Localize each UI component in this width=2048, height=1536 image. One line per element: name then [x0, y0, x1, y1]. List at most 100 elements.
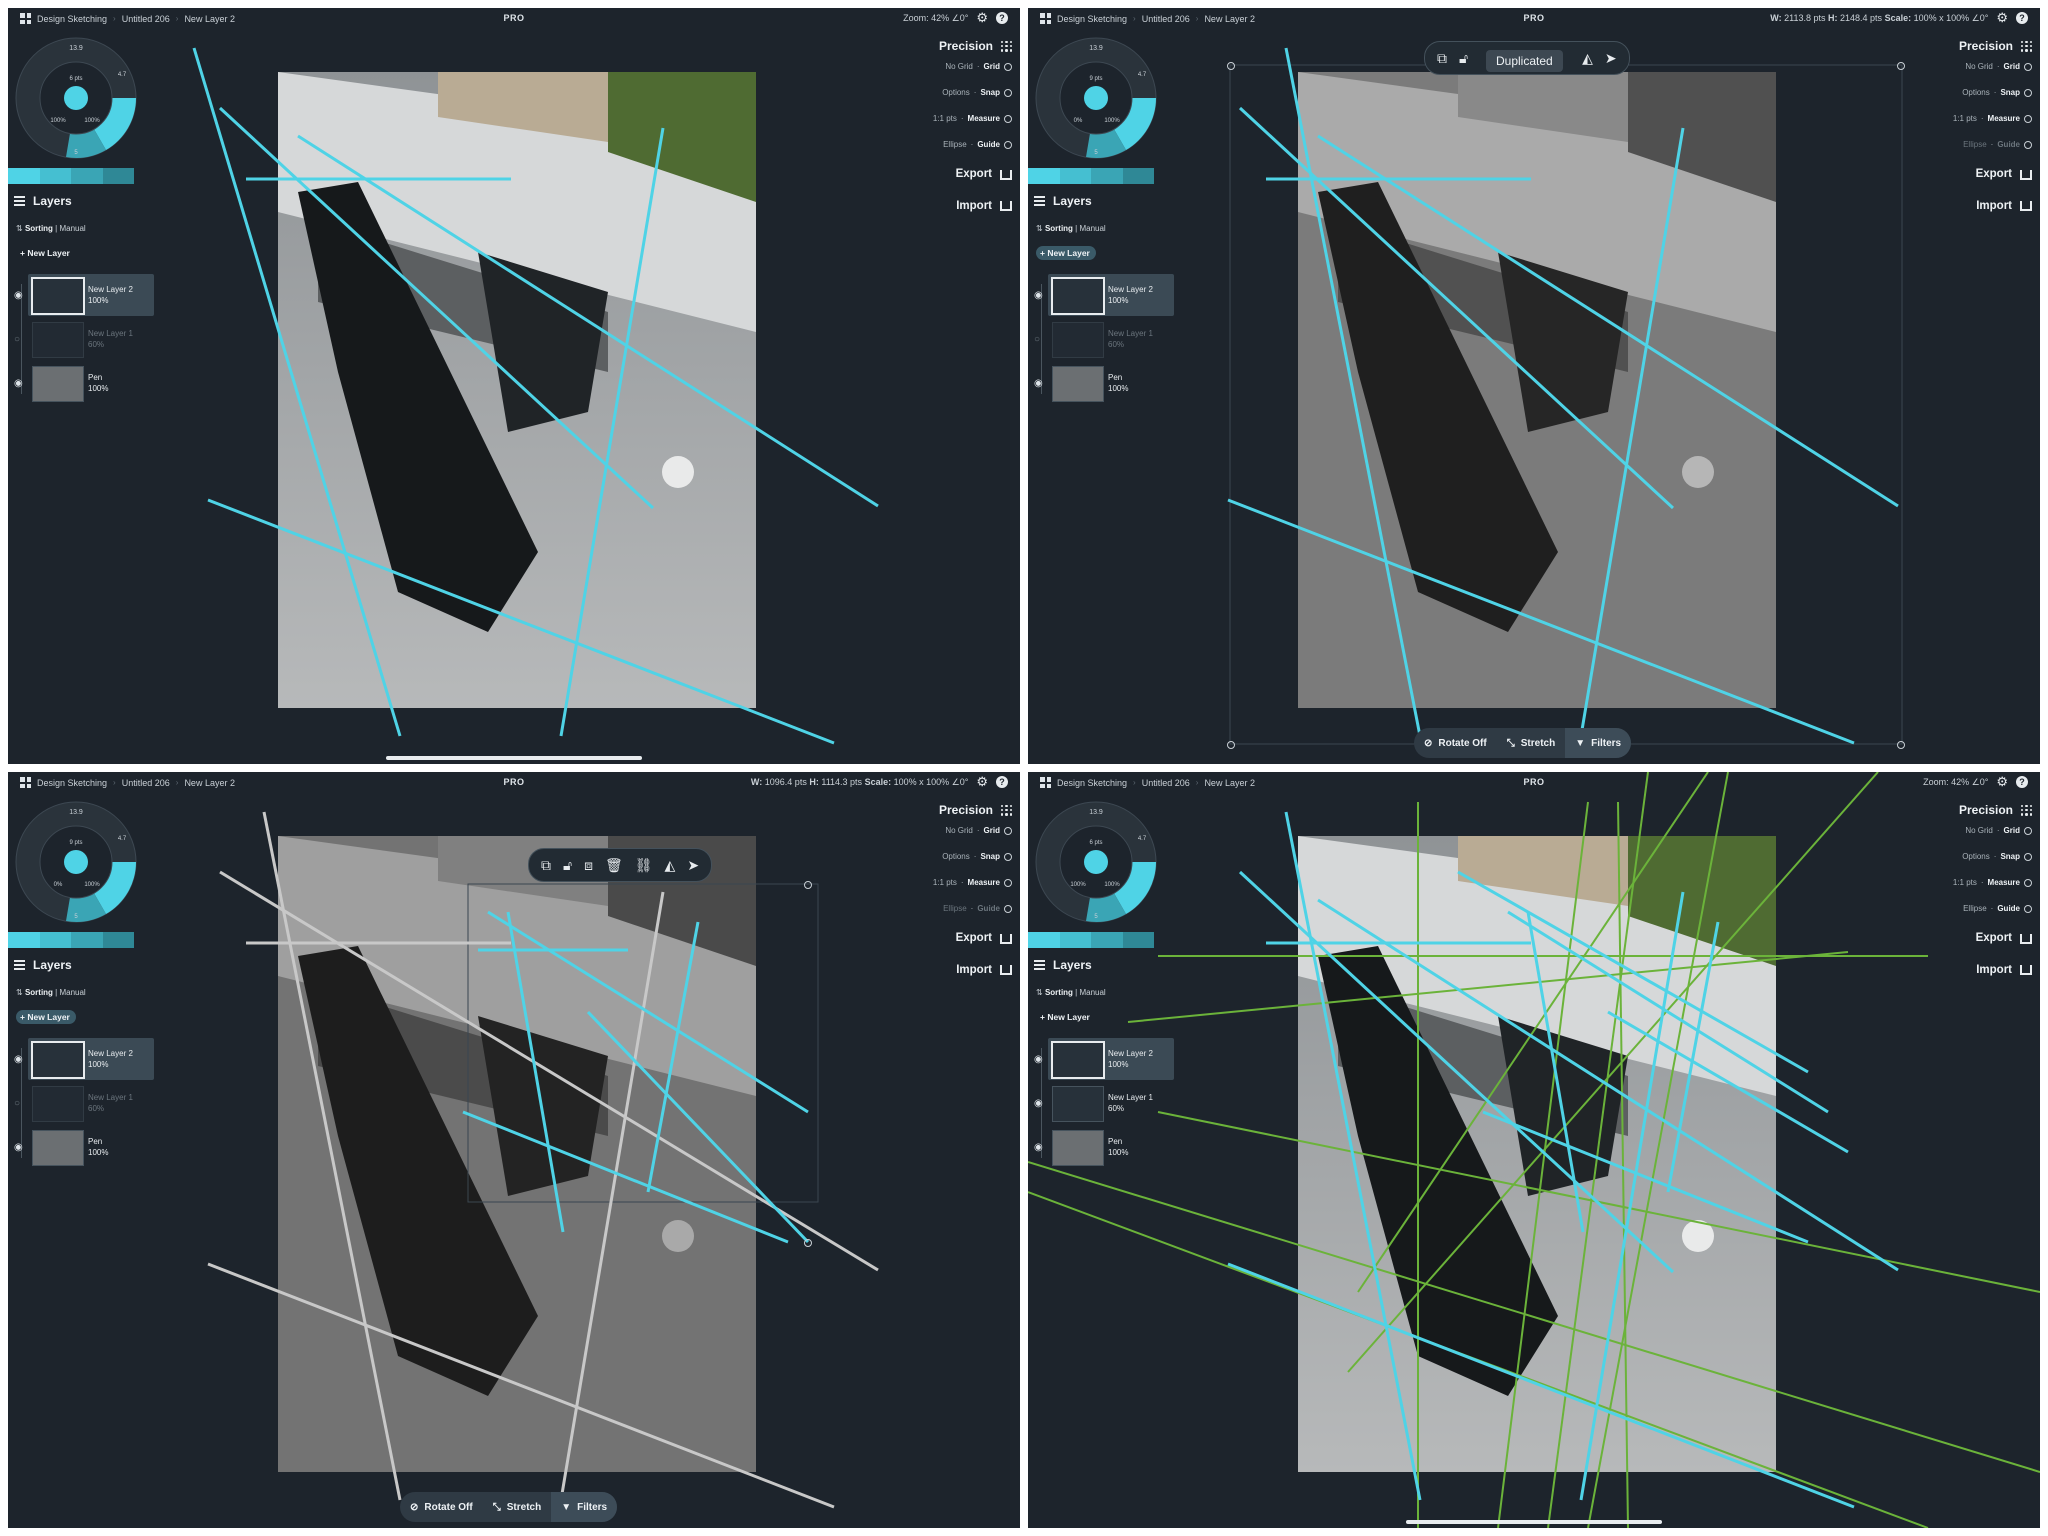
layers-header[interactable]: Layers — [14, 194, 72, 208]
eye-icon[interactable]: ○ — [14, 334, 20, 345]
eye-icon[interactable]: ◉ — [1034, 290, 1043, 301]
layer-row[interactable]: ◉ Pen 100% — [1028, 1128, 1188, 1168]
swatch[interactable] — [71, 168, 103, 184]
color-swatches[interactable] — [8, 932, 134, 948]
sorting-control[interactable]: ⇅ Sorting | Manual — [16, 224, 86, 233]
layer-row[interactable]: ◉ New Layer 1 60% — [1028, 1084, 1188, 1124]
eye-icon[interactable]: ◉ — [1034, 378, 1043, 389]
layer-row[interactable]: ◉ New Layer 2 100% — [8, 1038, 168, 1080]
layer-row[interactable]: ◉ Pen 100% — [8, 364, 168, 404]
lock-icon[interactable]: 🔓︎ — [563, 857, 572, 874]
swatch[interactable] — [1059, 168, 1091, 184]
option-snap[interactable]: Options · Snap — [882, 80, 1012, 106]
import-button[interactable]: Import — [882, 955, 1012, 985]
copy-icon[interactable]: ⧉ — [541, 857, 551, 874]
gear-icon[interactable]: ⚙ — [1996, 11, 2008, 24]
eye-icon[interactable]: ◉ — [14, 1142, 23, 1153]
color-swatches[interactable] — [1028, 932, 1154, 948]
tool-wheel[interactable]: 13.9 6 pts 100% 100% 4.7 5 — [1034, 800, 1158, 924]
swatch[interactable] — [39, 168, 71, 184]
transform-handle[interactable] — [804, 881, 812, 889]
color-swatches[interactable] — [1028, 168, 1154, 184]
new-layer-button[interactable]: + New Layer — [16, 246, 76, 260]
layer-row[interactable]: ○ New Layer 1 60% — [8, 1084, 168, 1124]
send-icon[interactable]: ➤ — [687, 857, 699, 874]
precision-header[interactable]: Precision — [882, 802, 1012, 818]
help-icon[interactable]: ? — [996, 12, 1008, 24]
layers-header[interactable]: Layers — [14, 958, 72, 972]
help-icon[interactable]: ? — [2016, 776, 2028, 788]
filters-button[interactable]: ▼ Filters — [551, 1492, 618, 1522]
option-measure[interactable]: 1:1 pts · Measure — [1902, 870, 2032, 896]
swatch[interactable] — [1091, 932, 1123, 948]
gear-icon[interactable]: ⚙ — [976, 11, 988, 24]
new-layer-button[interactable]: + New Layer — [1036, 1010, 1096, 1024]
option-measure[interactable]: 1:1 pts · Measure — [882, 870, 1012, 896]
swatch[interactable] — [1028, 168, 1060, 184]
export-button[interactable]: Export — [1902, 158, 2032, 191]
eye-icon[interactable]: ◉ — [1034, 1098, 1043, 1109]
swatch[interactable] — [39, 932, 71, 948]
precision-header[interactable]: Precision — [1902, 38, 2032, 54]
eye-icon[interactable]: ◉ — [1034, 1142, 1043, 1153]
layers-header[interactable]: Layers — [1034, 958, 1092, 972]
layer-row[interactable]: ◉ Pen 100% — [1028, 364, 1188, 404]
layer-row[interactable]: ◉ Pen 100% — [8, 1128, 168, 1168]
flip-icon[interactable]: ◭ — [1582, 50, 1593, 67]
rotate-off-button[interactable]: ⊘ Rotate Off — [400, 1492, 483, 1522]
option-snap[interactable]: Options · Snap — [882, 844, 1012, 870]
sorting-control[interactable]: ⇅ Sorting | Manual — [16, 988, 86, 997]
new-layer-button[interactable]: + New Layer — [1036, 246, 1096, 260]
import-button[interactable]: Import — [1902, 955, 2032, 985]
layer-row[interactable]: ○ New Layer 1 60% — [8, 320, 168, 360]
swatch[interactable] — [8, 932, 40, 948]
transform-handle[interactable] — [804, 1239, 812, 1247]
swatch[interactable] — [1028, 932, 1060, 948]
layer-row[interactable]: ○ New Layer 1 60% — [1028, 320, 1188, 360]
swatch[interactable] — [8, 168, 40, 184]
link-icon[interactable]: ⛓︎ — [635, 857, 653, 874]
option-grid[interactable]: No Grid · Grid — [1902, 54, 2032, 80]
swatch[interactable] — [71, 932, 103, 948]
option-guide[interactable]: Ellipse · Guide — [882, 896, 1012, 922]
gear-icon[interactable]: ⚙ — [976, 775, 988, 788]
flip-icon[interactable]: ◭ — [665, 857, 676, 874]
send-icon[interactable]: ➤ — [1605, 50, 1617, 67]
tool-wheel[interactable]: 13.9 9 pts 0% 100% 4.7 5 — [14, 800, 138, 924]
eye-icon[interactable]: ◉ — [14, 290, 23, 301]
import-button[interactable]: Import — [1902, 191, 2032, 221]
swatch[interactable] — [1122, 168, 1154, 184]
new-layer-button[interactable]: + New Layer — [16, 1010, 76, 1024]
option-grid[interactable]: No Grid · Grid — [882, 54, 1012, 80]
swatch[interactable] — [1122, 932, 1154, 948]
layer-row[interactable]: ◉ New Layer 2 100% — [1028, 1038, 1188, 1080]
swatch[interactable] — [102, 932, 134, 948]
option-snap[interactable]: Options · Snap — [1902, 844, 2032, 870]
filters-button[interactable]: ▼ Filters — [1565, 728, 1632, 758]
transform-handle[interactable] — [1897, 741, 1905, 749]
option-grid[interactable]: No Grid · Grid — [1902, 818, 2032, 844]
precision-header[interactable]: Precision — [1902, 802, 2032, 818]
option-guide[interactable]: Ellipse · Guide — [1902, 896, 2032, 922]
trash-icon[interactable]: 🗑︎ — [605, 857, 623, 874]
import-button[interactable]: Import — [882, 191, 1012, 221]
eye-icon[interactable]: ◉ — [14, 1054, 23, 1065]
layers-header[interactable]: Layers — [1034, 194, 1092, 208]
transform-handle[interactable] — [1227, 741, 1235, 749]
help-icon[interactable]: ? — [2016, 12, 2028, 24]
option-measure[interactable]: 1:1 pts · Measure — [882, 106, 1012, 132]
export-button[interactable]: Export — [882, 922, 1012, 955]
eye-icon[interactable]: ○ — [14, 1098, 20, 1109]
layer-row[interactable]: ◉ New Layer 2 100% — [8, 274, 168, 316]
precision-header[interactable]: Precision — [882, 38, 1012, 54]
help-icon[interactable]: ? — [996, 776, 1008, 788]
lock-icon[interactable]: 🔓︎ — [1459, 50, 1468, 67]
copy-icon[interactable]: ⧉ — [1437, 50, 1447, 67]
swatch[interactable] — [1059, 932, 1091, 948]
rotate-off-button[interactable]: ⊘ Rotate Off — [1414, 728, 1497, 758]
sorting-control[interactable]: ⇅ Sorting | Manual — [1036, 224, 1106, 233]
layer-row[interactable]: ◉ New Layer 2 100% — [1028, 274, 1188, 316]
swatch[interactable] — [1091, 168, 1123, 184]
gear-icon[interactable]: ⚙ — [1996, 775, 2008, 788]
tool-wheel[interactable]: 13.9 9 pts 0% 100% 4.7 5 — [1034, 36, 1158, 160]
